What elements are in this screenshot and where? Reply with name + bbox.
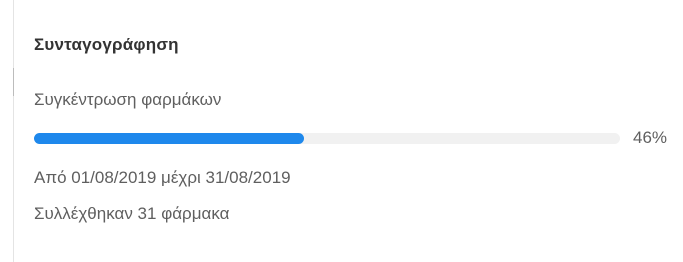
card-subtitle: Συγκέντρωση φαρμάκων <box>34 90 222 109</box>
panel-left-border <box>13 0 14 262</box>
progress-row: 46% <box>34 128 680 148</box>
progress-percent-label: 46% <box>633 128 668 147</box>
prescription-progress-card: Συνταγογράφηση Συγκέντρωση φαρμάκων 46% … <box>34 34 674 223</box>
progress-fill <box>34 133 304 144</box>
date-range-text: Από 01/08/2019 μέχρι 31/08/2019 <box>34 168 291 187</box>
panel-left-border-accent <box>13 68 14 96</box>
card-title: Συνταγογράφηση <box>34 35 179 54</box>
progress-track <box>34 133 620 144</box>
collected-count-text: Συλλέχθηκαν 31 φάρμακα <box>34 204 230 223</box>
